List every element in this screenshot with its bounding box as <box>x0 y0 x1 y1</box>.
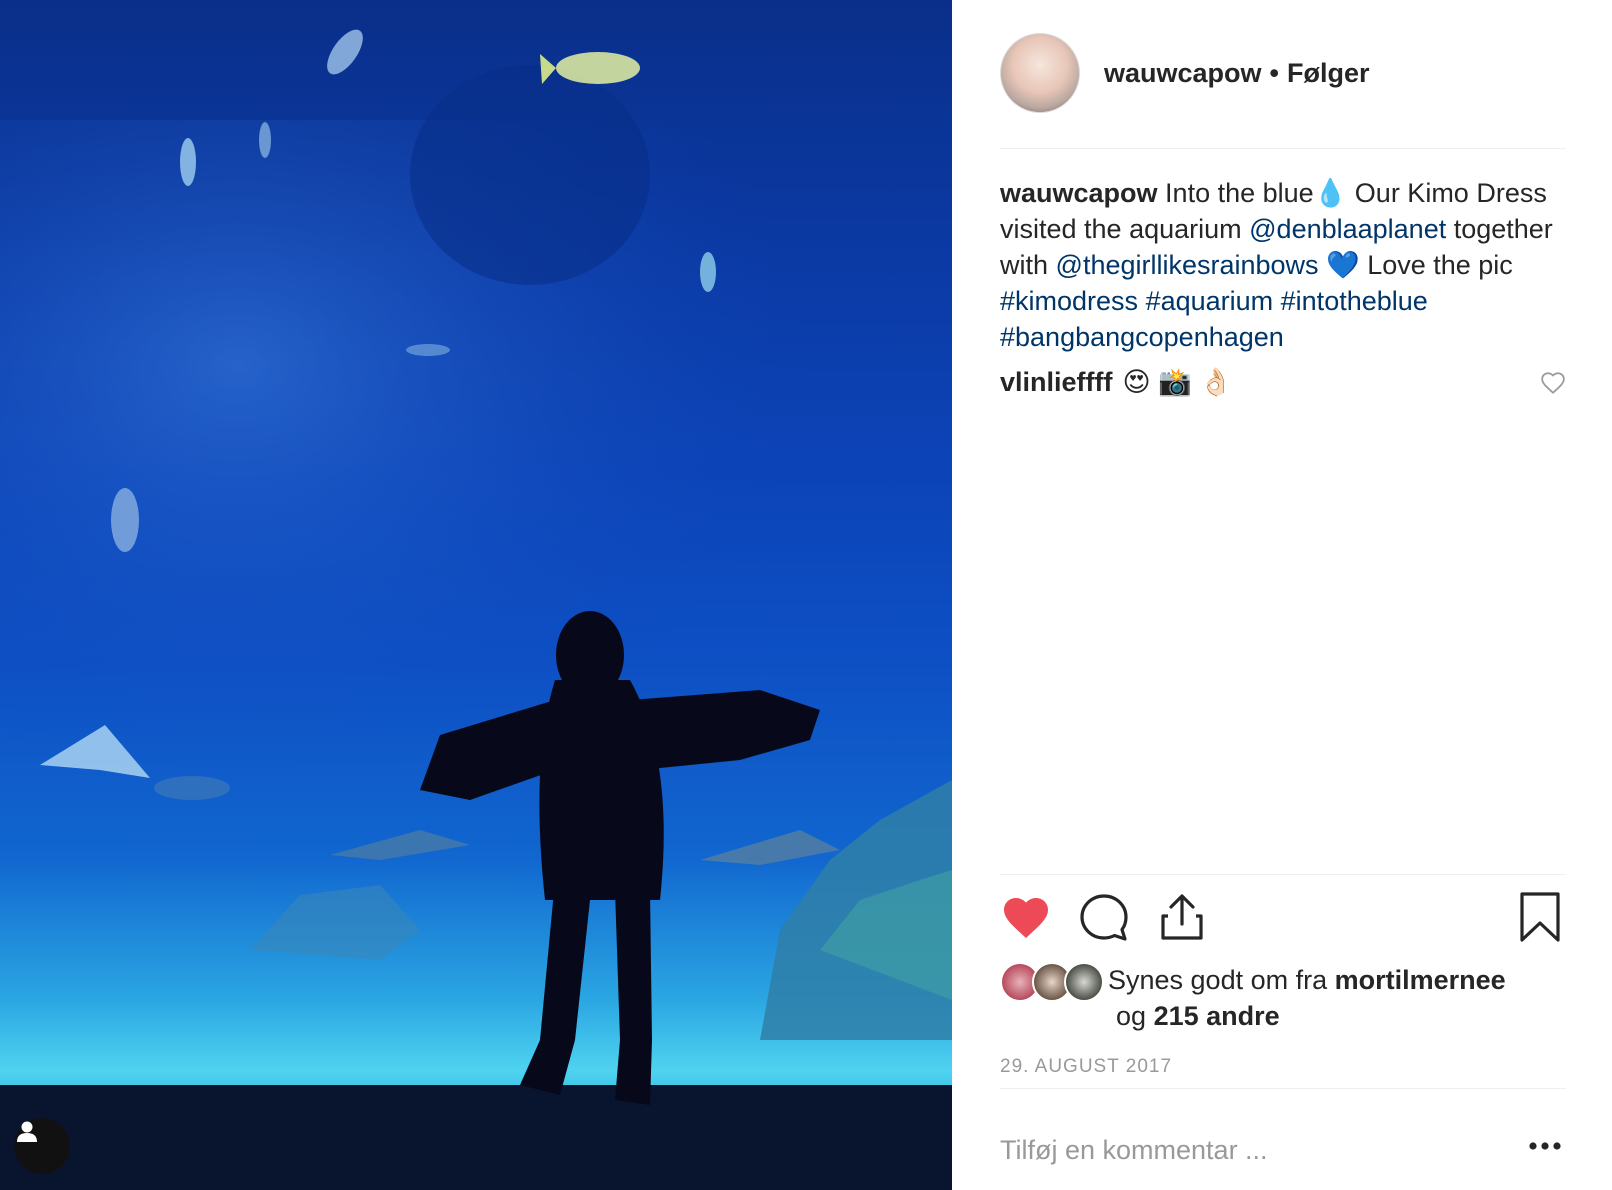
post-header: wauwcapow • Følger <box>1000 30 1566 116</box>
likes-prefix: Synes godt om fra <box>1108 965 1328 995</box>
post-date[interactable]: 29. AUGUST 2017 <box>1000 1056 1172 1078</box>
comment-username[interactable]: vlinlieffff <box>1000 367 1113 398</box>
bookmark-icon[interactable] <box>1514 892 1566 944</box>
hashtag-link[interactable]: #aquarium <box>1146 286 1274 316</box>
caption-username[interactable]: wauwcapow <box>1000 178 1158 208</box>
caption: wauwcapow Into the blue💧 Our Kimo Dress … <box>1000 175 1566 355</box>
liker-avatars[interactable] <box>1000 962 1104 1002</box>
comment-text: 😍 📸 👌🏻 <box>1122 367 1233 397</box>
follow-button[interactable]: Følger <box>1287 58 1370 89</box>
action-bar <box>1000 892 1566 944</box>
user-tags-button[interactable] <box>14 1118 70 1174</box>
heart-filled-icon[interactable] <box>1000 892 1052 944</box>
author-username[interactable]: wauwcapow <box>1104 58 1262 89</box>
header-text: wauwcapow • Følger <box>1104 58 1370 89</box>
likes-conjunction: og <box>1116 1001 1147 1031</box>
droplet-emoji: 💧 <box>1313 178 1348 208</box>
hashtag-link[interactable]: #intotheblue <box>1281 286 1428 316</box>
hashtag-link[interactable]: #bangbangcopenhagen <box>1000 322 1284 352</box>
blue-heart-emoji: 💙 <box>1326 250 1360 280</box>
actions-divider <box>1000 874 1566 875</box>
comment-divider <box>1000 1088 1566 1089</box>
comment-bubble-icon[interactable] <box>1078 892 1130 944</box>
post-side-panel: wauwcapow • Følger wauwcapow Into the bl… <box>952 0 1612 1190</box>
liker-avatar[interactable] <box>1064 962 1104 1002</box>
caption-text-4: Love the pic <box>1359 250 1513 280</box>
add-comment-bar <box>1000 1130 1566 1170</box>
more-dots-icon[interactable] <box>1528 1140 1562 1152</box>
header-divider <box>1000 148 1566 149</box>
comment-input[interactable] <box>1000 1134 1500 1166</box>
share-upload-icon[interactable] <box>1156 892 1208 944</box>
user-silhouette-icon <box>17 1121 37 1142</box>
likes-line: og 215 andre <box>1116 998 1280 1034</box>
heart-outline-icon[interactable] <box>1540 370 1566 396</box>
first-liker-link[interactable]: mortilmernee <box>1335 965 1506 995</box>
caption-text-1: Into the blue <box>1165 178 1314 208</box>
comment-item: vlinlieffff 😍 📸 👌🏻 <box>1000 366 1566 398</box>
separator-dot: • <box>1269 57 1279 88</box>
aquarium-scene <box>0 29 952 1190</box>
mention-link[interactable]: @thegirllikesrainbows <box>1056 250 1319 280</box>
likes-line: Synes godt om fra mortilmernee <box>1108 962 1506 998</box>
post-photo[interactable] <box>0 0 952 1190</box>
hashtag-link[interactable]: #kimodress <box>1000 286 1138 316</box>
mention-link[interactable]: @denblaaplanet <box>1249 214 1446 244</box>
author-avatar[interactable] <box>1000 33 1080 113</box>
likes-count-link[interactable]: 215 andre <box>1154 1001 1280 1031</box>
